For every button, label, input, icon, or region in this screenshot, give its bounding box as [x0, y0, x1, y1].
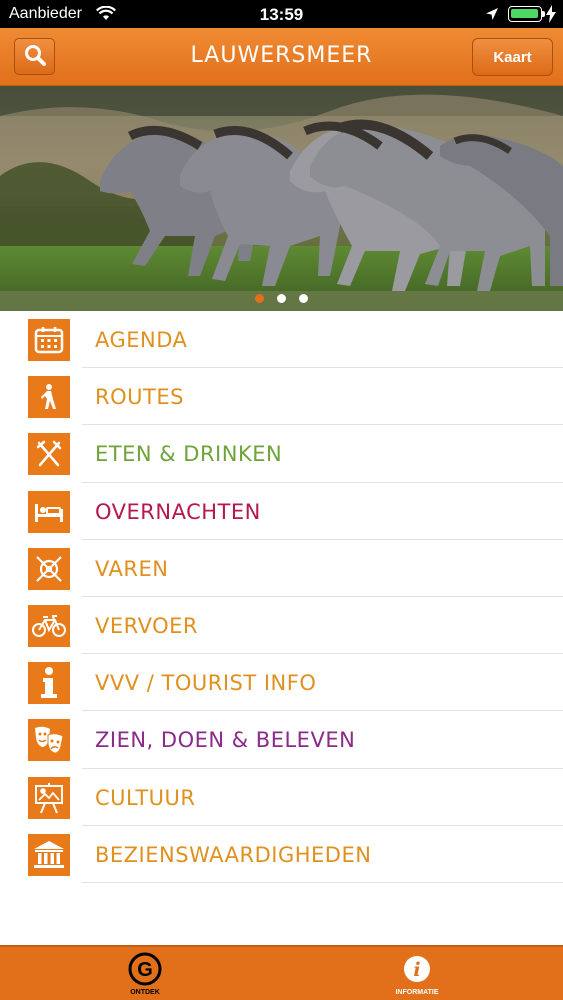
g-logo-icon: G	[127, 952, 163, 986]
clock: 13:59	[259, 5, 304, 24]
bed-icon	[28, 490, 70, 533]
hero-carousel[interactable]	[0, 86, 563, 311]
location-arrow-icon	[485, 6, 499, 25]
pager-dot[interactable]	[299, 294, 308, 303]
main-menu: AGENDA ROUTES ETEN & DRINKEN OVERNACHTEN…	[0, 311, 563, 883]
compass-icon	[28, 547, 70, 590]
menu-item-eten-drinken[interactable]: ETEN & DRINKEN	[0, 425, 563, 483]
nav-bar: LAUWERSMEER Kaart	[0, 28, 563, 86]
tab-label: INFORMATIE	[395, 989, 439, 996]
menu-item-vvv-tourist-info[interactable]: VVV / TOURIST INFO	[0, 654, 563, 712]
menu-item-overnachten[interactable]: OVERNACHTEN	[0, 483, 563, 540]
tab-informatie[interactable]: i INFORMATIE	[367, 951, 467, 999]
menu-item-label: ETEN & DRINKEN	[95, 442, 283, 467]
theater-masks-icon	[28, 719, 70, 762]
menu-item-agenda[interactable]: AGENDA	[0, 311, 563, 369]
museum-icon	[28, 833, 70, 876]
calendar-icon	[28, 319, 70, 361]
bicycle-icon	[28, 604, 70, 647]
menu-item-routes[interactable]: ROUTES	[0, 368, 563, 426]
tab-label: ONTDEK	[130, 989, 160, 996]
charging-bolt-icon	[546, 5, 556, 27]
menu-item-label: AGENDA	[95, 328, 188, 352]
menu-item-label: VVV / TOURIST INFO	[95, 671, 317, 696]
menu-item-varen[interactable]: VAREN	[0, 540, 563, 597]
menu-item-label: VAREN	[95, 556, 169, 581]
menu-item-label: ROUTES	[95, 385, 184, 410]
battery-icon	[508, 6, 545, 22]
menu-item-label: OVERNACHTEN	[95, 499, 261, 524]
carousel-pager[interactable]	[0, 294, 563, 306]
cutlery-icon	[28, 433, 70, 476]
pager-dot[interactable]	[277, 294, 286, 303]
info-icon	[28, 662, 70, 705]
map-button[interactable]: Kaart	[472, 38, 553, 76]
easel-icon	[28, 776, 70, 819]
menu-item-label: ZIEN, DOEN & BELEVEN	[95, 728, 356, 753]
menu-item-vervoer[interactable]: VERVOER	[0, 597, 563, 655]
info-circle-icon: i	[399, 953, 435, 985]
hiker-icon	[28, 376, 70, 419]
pager-dot-active[interactable]	[255, 294, 264, 303]
menu-item-bezienswaardigheden[interactable]: BEZIENSWAARDIGHEDEN	[0, 826, 563, 883]
tab-bar: G ONTDEK i INFORMATIE	[0, 945, 563, 1000]
menu-item-cultuur[interactable]: CULTUUR	[0, 769, 563, 826]
horses-photo	[0, 86, 563, 311]
menu-item-label: CULTUUR	[95, 785, 196, 810]
svg-text:G: G	[137, 959, 153, 981]
svg-text:i: i	[413, 959, 420, 981]
status-bar: Aanbieder 13:59	[0, 0, 563, 28]
menu-item-zien-doen-beleven[interactable]: ZIEN, DOEN & BELEVEN	[0, 711, 563, 769]
tab-ontdek[interactable]: G ONTDEK	[95, 951, 195, 999]
menu-item-label: BEZIENSWAARDIGHEDEN	[95, 842, 372, 867]
battery-level	[511, 9, 538, 18]
menu-item-label: VERVOER	[95, 613, 198, 638]
